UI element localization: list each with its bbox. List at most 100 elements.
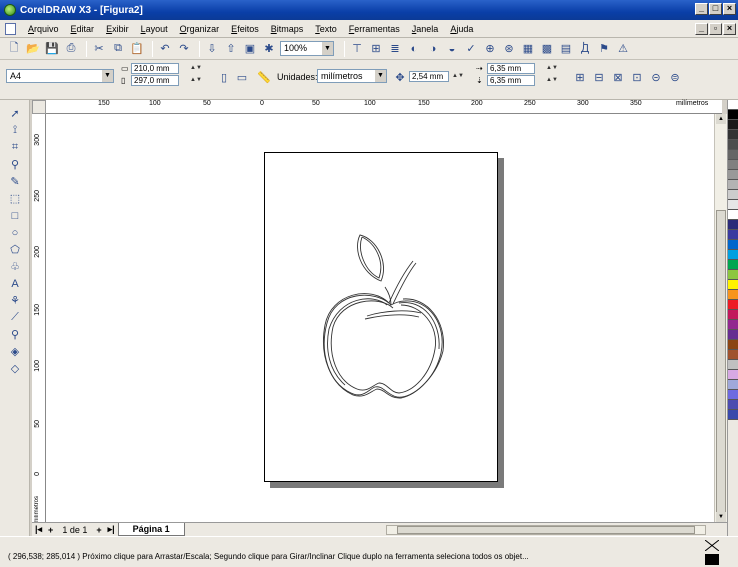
dynamic-guides-icon[interactable]: ◐	[406, 41, 422, 57]
horizontal-scroll-thumb[interactable]	[397, 526, 695, 534]
color-icon[interactable]: ⊛	[501, 41, 517, 57]
color-swatch[interactable]	[728, 210, 738, 220]
application-launcher-icon[interactable]: ▣	[242, 41, 258, 57]
color-swatch[interactable]	[728, 320, 738, 330]
zoom-level-select[interactable]: 100% ▼	[280, 41, 334, 56]
rectangle-tool-icon[interactable]: □	[7, 208, 23, 223]
menu-efeitos[interactable]: Efeitos	[225, 24, 265, 34]
duplicate-y-field[interactable]: 6,35 mm	[487, 75, 535, 86]
height-stepper[interactable]: ▲▼	[190, 75, 202, 85]
cut-icon[interactable]: ✂	[91, 41, 107, 57]
last-page-icon[interactable]: ▸|	[105, 524, 118, 535]
menu-arquivo[interactable]: Arquivo	[22, 24, 65, 34]
drawing-canvas[interactable]	[46, 114, 714, 522]
treat-as-filled-icon[interactable]: ⊠	[610, 69, 626, 85]
edit-across-layers-icon[interactable]: ⊝	[648, 69, 664, 85]
color-swatch[interactable]	[728, 370, 738, 380]
color-swatch[interactable]	[728, 240, 738, 250]
welcome-screen-icon[interactable]: ◑	[425, 41, 441, 57]
outline-color-icon[interactable]	[705, 540, 719, 551]
outline-tool-icon[interactable]: ⚲	[7, 327, 23, 342]
paper-size-select[interactable]: A4 ▼	[6, 69, 114, 83]
vertical-ruler[interactable]: 300 250 200 150 100 50 0 milímetros	[32, 114, 46, 524]
options-icon[interactable]: ◒	[444, 41, 460, 57]
interactive-fill-tool-icon[interactable]: ◇	[7, 361, 23, 376]
doc-minimize-button[interactable]: _	[695, 23, 708, 35]
open-icon[interactable]: 📂	[25, 41, 41, 57]
color-swatch[interactable]	[728, 190, 738, 200]
undo-icon[interactable]: ↶	[157, 41, 173, 57]
menu-ajuda[interactable]: Ajuda	[444, 24, 479, 34]
ellipse-tool-icon[interactable]: ○	[7, 225, 23, 240]
color-swatch[interactable]	[728, 350, 738, 360]
nudge-stepper[interactable]: ▲▼	[452, 71, 464, 81]
color-swatch[interactable]	[728, 290, 738, 300]
snap-grid-icon[interactable]: ⊟	[591, 69, 607, 85]
snap-to-grid-icon[interactable]: ⊤	[349, 41, 365, 57]
color-swatch[interactable]	[728, 250, 738, 260]
print-icon[interactable]: ⎙	[63, 41, 79, 57]
color-swatch[interactable]	[728, 160, 738, 170]
bitmap-icon[interactable]: ▩	[539, 41, 555, 57]
eyedropper-tool-icon[interactable]: ⟋	[7, 310, 23, 325]
next-page-icon[interactable]: +	[93, 525, 104, 535]
duplicate-x-field[interactable]: 6,35 mm	[487, 63, 535, 74]
menu-janela[interactable]: Janela	[406, 24, 445, 34]
object-manager-icon[interactable]: ⊜	[667, 69, 683, 85]
paste-icon[interactable]: 📋	[129, 41, 145, 57]
portrait-icon[interactable]: ▯	[216, 69, 232, 85]
fill-color-icon[interactable]	[705, 554, 719, 565]
freehand-tool-icon[interactable]: ✎	[7, 174, 23, 189]
color-swatch[interactable]	[728, 150, 738, 160]
warning-icon[interactable]: ⚠	[615, 41, 631, 57]
page-tab[interactable]: Página 1	[117, 523, 185, 536]
color-swatch[interactable]	[728, 110, 738, 120]
color-swatch[interactable]	[728, 310, 738, 320]
ruler-origin[interactable]	[32, 100, 46, 114]
menu-layout[interactable]: Layout	[135, 24, 174, 34]
corel-online-icon[interactable]: ✱	[261, 41, 277, 57]
color-swatch[interactable]	[728, 280, 738, 290]
color-swatch[interactable]	[728, 100, 738, 110]
interactive-blend-tool-icon[interactable]: ⚘	[7, 293, 23, 308]
zoom-tool-icon[interactable]: ⚲	[7, 157, 23, 172]
menu-ferramentas[interactable]: Ferramentas	[343, 24, 406, 34]
apple-drawing[interactable]	[265, 153, 497, 481]
horizontal-scrollbar[interactable]	[386, 525, 706, 535]
units-select[interactable]: milímetros ▼	[317, 69, 387, 83]
doc-close-button[interactable]: ×	[723, 23, 736, 35]
previous-page-icon[interactable]: +	[45, 525, 56, 535]
menu-exibir[interactable]: Exibir	[100, 24, 135, 34]
color-swatch[interactable]	[728, 300, 738, 310]
color-swatch[interactable]	[728, 410, 738, 420]
coreldraw-app-icon[interactable]	[4, 4, 16, 16]
basic-shapes-tool-icon[interactable]: ♧	[7, 259, 23, 274]
export-icon[interactable]: ⇧	[223, 41, 239, 57]
color-swatch[interactable]	[728, 120, 738, 130]
snap-to-objects-icon[interactable]: ≣	[387, 41, 403, 57]
color-swatch[interactable]	[728, 170, 738, 180]
fill-tool-icon[interactable]: ◈	[7, 344, 23, 359]
nudge-distance-field[interactable]: 2,54 mm	[409, 71, 449, 82]
shape-tool-icon[interactable]: ⟟	[7, 123, 23, 138]
scroll-down-arrow-icon[interactable]: ▼	[716, 512, 726, 522]
color-swatch[interactable]	[728, 330, 738, 340]
document-icon[interactable]	[5, 22, 16, 35]
save-icon[interactable]: 💾	[44, 41, 60, 57]
drawing-page[interactable]	[264, 152, 498, 482]
color-swatch[interactable]	[728, 230, 738, 240]
width-stepper[interactable]: ▲▼	[190, 63, 202, 73]
new-document-icon[interactable]: 🗋	[6, 41, 22, 57]
pick-tool-icon[interactable]: ➚	[7, 106, 23, 121]
color-swatch[interactable]	[728, 180, 738, 190]
color-swatch[interactable]	[728, 340, 738, 350]
horizontal-ruler[interactable]: 150 100 50 0 50 100 150 200 250 300 350 …	[46, 100, 722, 114]
transform-icon[interactable]: ⊕	[482, 41, 498, 57]
grid-icon[interactable]: ⊞	[572, 69, 588, 85]
effects-icon[interactable]: ⚑	[596, 41, 612, 57]
menu-organizar[interactable]: Organizar	[174, 24, 226, 34]
text-icon[interactable]: Ꚁ	[577, 41, 593, 57]
color-swatch[interactable]	[728, 140, 738, 150]
page-height-field[interactable]: 297,0 mm	[131, 75, 179, 86]
duplicate-x-stepper[interactable]: ▲▼	[546, 63, 558, 73]
